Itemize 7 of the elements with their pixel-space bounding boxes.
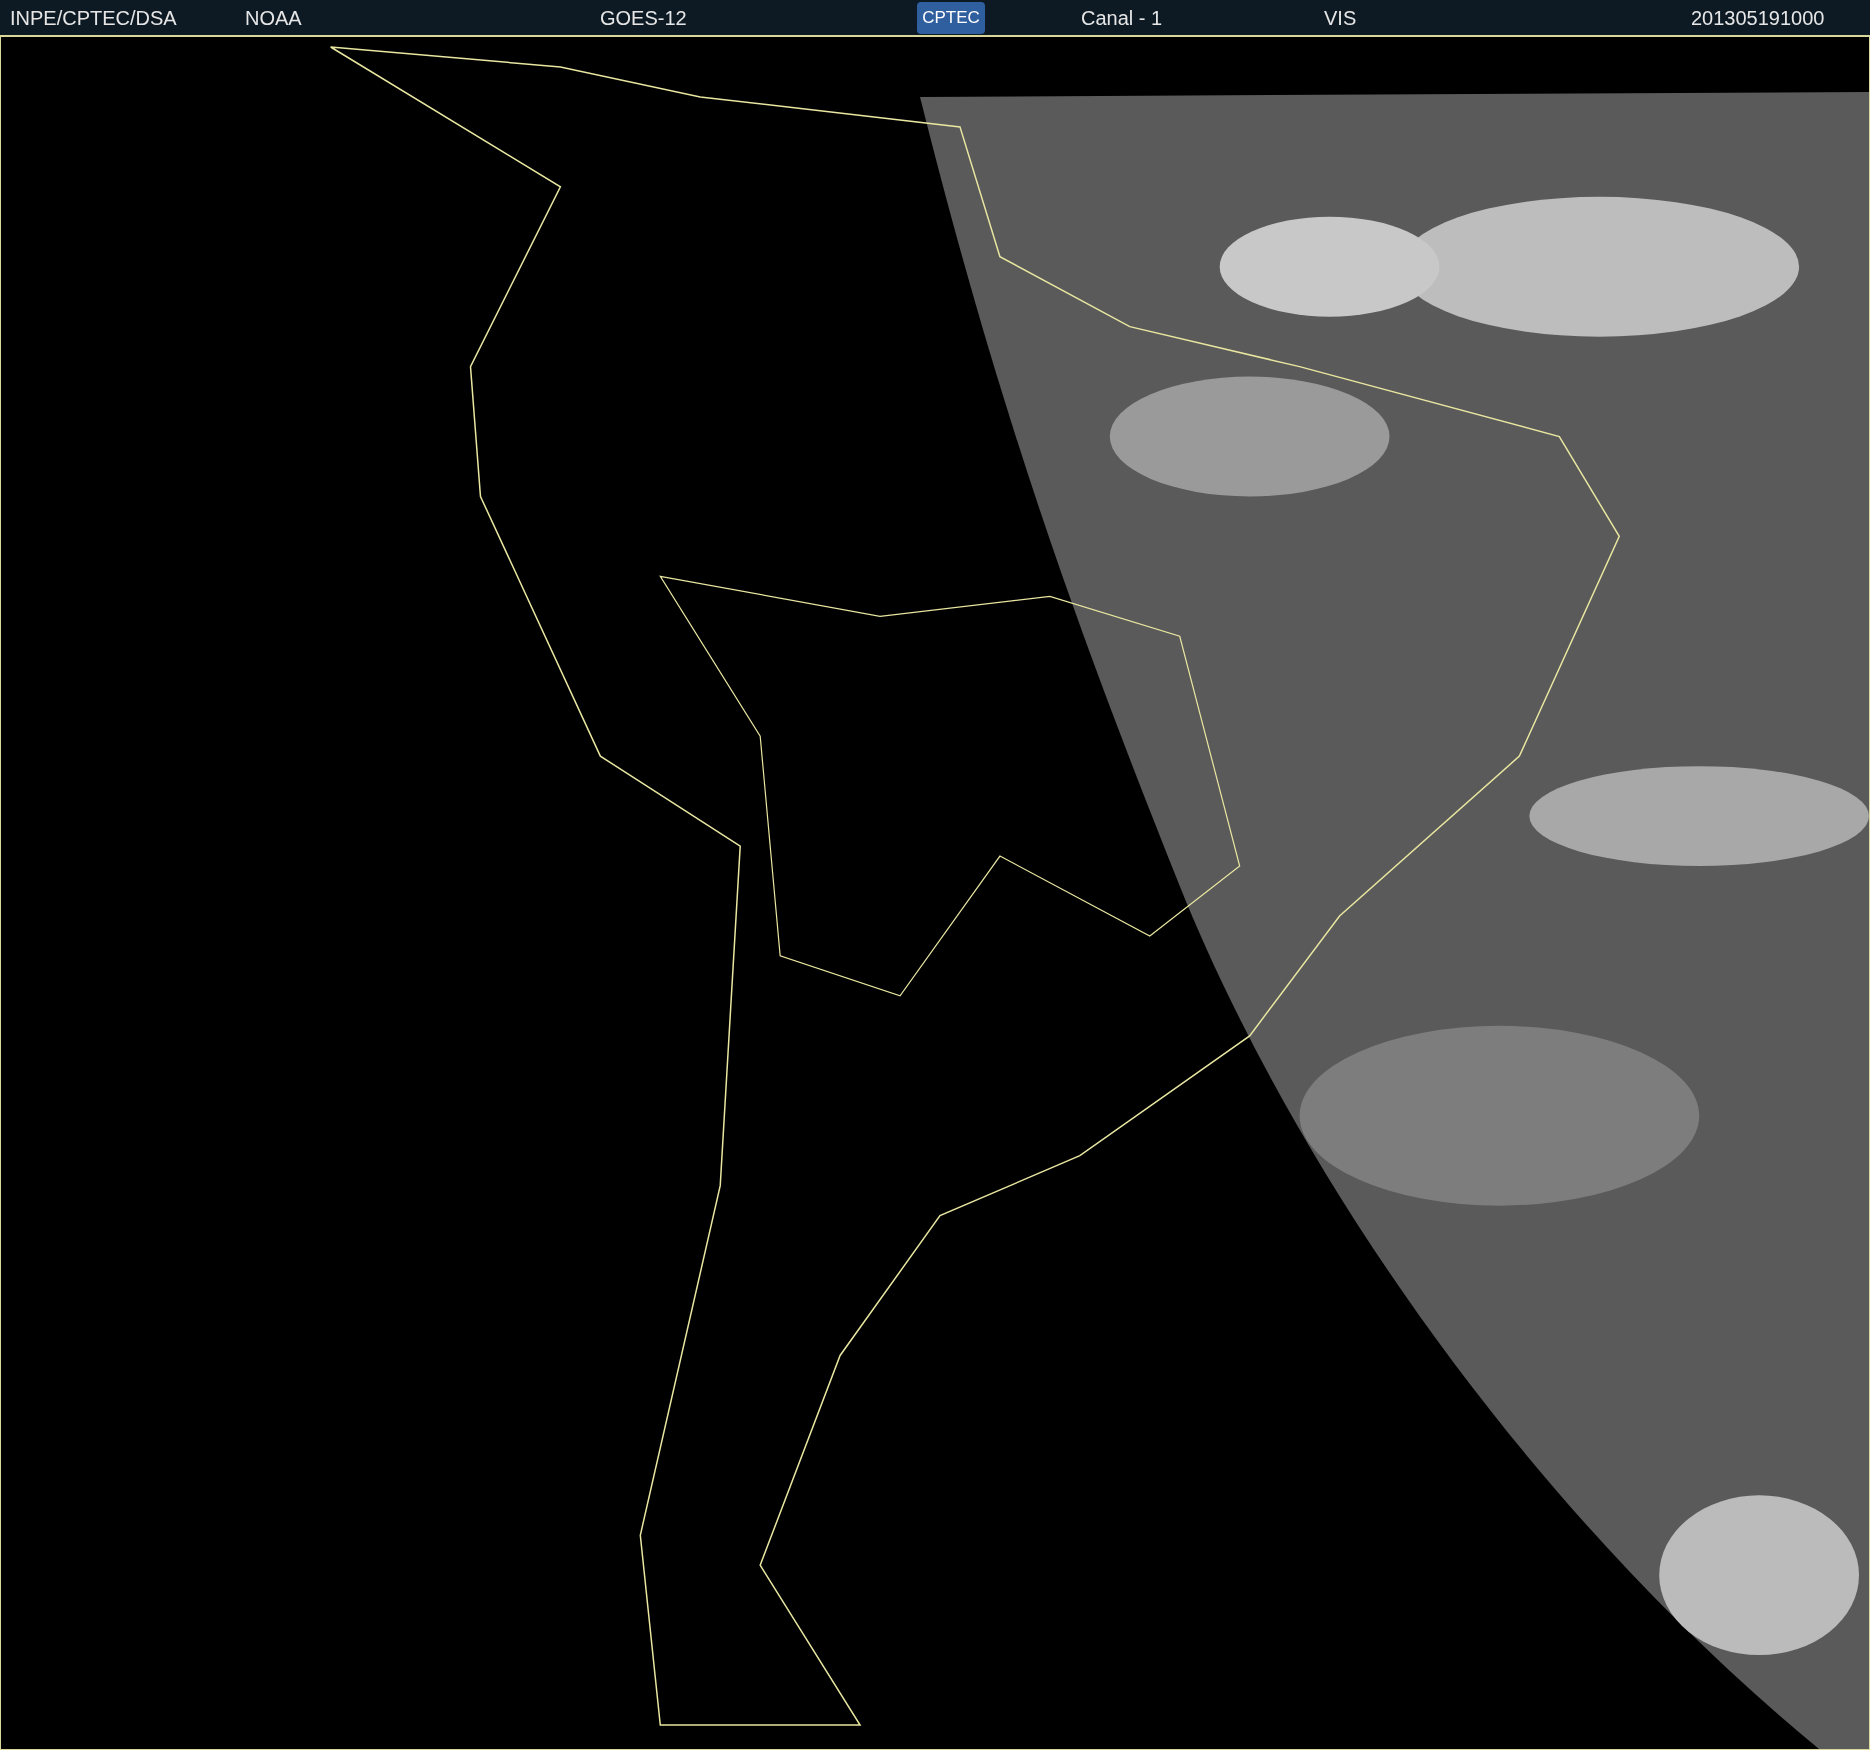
timestamp-label: 201305191000 xyxy=(1691,5,1825,31)
satellite-label: GOES-12 xyxy=(600,5,688,31)
source-label: INPE/CPTEC/DSA xyxy=(10,5,178,31)
agency-label: NOAA xyxy=(245,5,303,31)
band-label: VIS xyxy=(1324,5,1358,31)
logo: CPTEC xyxy=(917,1,985,34)
channel-label: Canal - 1 xyxy=(1081,5,1164,31)
